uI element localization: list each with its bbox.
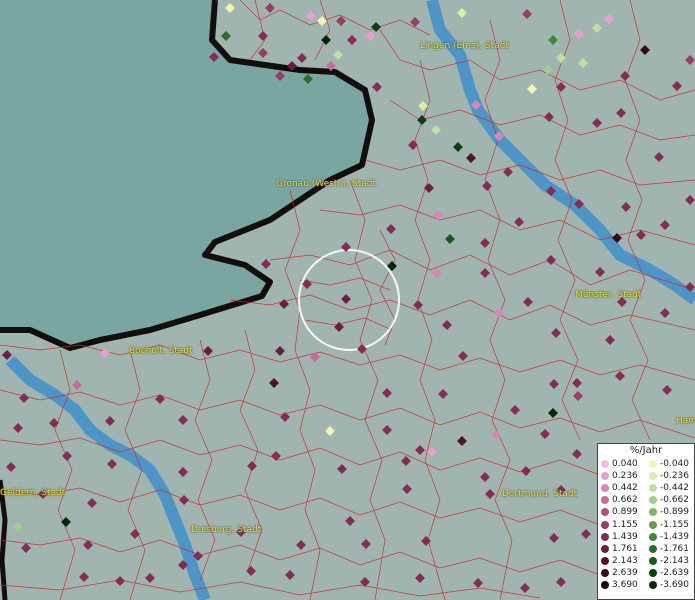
legend-swatch <box>649 496 657 505</box>
legend-value: -0.899 <box>660 507 690 518</box>
legend-entry: 0.442 <box>598 482 646 494</box>
legend-value: -0.662 <box>660 495 690 506</box>
legend-value: 2.143 <box>612 555 638 566</box>
legend-row: 0.899 -0.899 <box>598 506 694 518</box>
legend-entry: -0.662 <box>646 494 694 506</box>
legend-row: 1.439 -1.439 <box>598 531 694 543</box>
legend-entry: -1.439 <box>646 531 694 543</box>
legend-value: 0.236 <box>612 471 638 482</box>
legend-entry: -0.040 <box>646 458 694 470</box>
legend-entry: -1.155 <box>646 519 694 531</box>
legend-swatch <box>649 484 657 493</box>
legend-value: -0.236 <box>660 471 690 482</box>
city-label-lingen: Lingen (Ems), Stadt <box>420 41 509 51</box>
legend-swatch <box>601 544 609 553</box>
legend-entry: 2.143 <box>598 555 646 567</box>
legend-swatch <box>601 484 609 493</box>
legend-entry: 0.662 <box>598 494 646 506</box>
legend-row: 0.040 -0.040 <box>598 458 694 470</box>
city-label-gronau: Gronau (Westf.), Stadt <box>276 179 377 189</box>
legend-row: 0.442 -0.442 <box>598 482 694 494</box>
legend-row: 3.690 -3.690 <box>598 579 694 591</box>
legend-swatch <box>649 580 657 589</box>
legend-value: 3.690 <box>612 579 638 590</box>
legend-value: -0.442 <box>660 483 690 494</box>
legend-swatch <box>601 580 609 589</box>
legend-value: -2.143 <box>660 555 690 566</box>
legend-value: 0.899 <box>612 507 638 518</box>
legend-value: -0.040 <box>660 459 690 470</box>
legend-value: -1.155 <box>660 519 690 530</box>
city-label-duisburg: Duisburg, Stadt <box>191 525 262 535</box>
legend-entry: -0.236 <box>646 470 694 482</box>
legend-entry: 1.439 <box>598 531 646 543</box>
legend-value: -3.690 <box>660 579 690 590</box>
legend-value: -2.639 <box>660 567 690 578</box>
legend-value: 1.761 <box>612 543 638 554</box>
legend-entry: 3.690 <box>598 579 646 591</box>
map-legend: %/Jahr 0.040 -0.040 0.236 -0.236 0.442 -0.442… <box>597 443 695 600</box>
legend-swatch <box>649 520 657 529</box>
legend-row: 0.236 -0.236 <box>598 470 694 482</box>
legend-entry: -3.690 <box>646 579 694 591</box>
legend-swatch <box>601 556 609 565</box>
legend-value: -1.439 <box>660 531 690 542</box>
legend-swatch <box>601 460 609 469</box>
legend-row: 0.662 -0.662 <box>598 494 694 506</box>
legend-swatch <box>649 556 657 565</box>
legend-entry: -1.761 <box>646 543 694 555</box>
legend-swatch <box>649 508 657 517</box>
legend-row: 1.155 -1.155 <box>598 518 694 530</box>
legend-swatch <box>601 472 609 481</box>
legend-value: 1.439 <box>612 531 638 542</box>
map-view[interactable]: Lingen (Ems), Stadt Gronau (Westf.), Sta… <box>0 0 695 600</box>
city-label-geldern: Geldern, Stadt <box>0 488 66 498</box>
legend-value: 0.662 <box>612 495 638 506</box>
legend-value: 0.040 <box>612 459 638 470</box>
legend-swatch <box>601 568 609 577</box>
city-label-muenster: Münster, Stadt <box>575 290 642 300</box>
legend-row: 1.761 -1.761 <box>598 543 694 555</box>
legend-swatch <box>601 508 609 517</box>
legend-value: 0.442 <box>612 483 638 494</box>
legend-entry: -2.639 <box>646 567 694 579</box>
legend-swatch <box>601 532 609 541</box>
legend-entry: 1.761 <box>598 543 646 555</box>
city-label-bocholt: Bocholt, Stadt <box>129 346 193 356</box>
city-label-hamm: Ham <box>676 416 695 426</box>
legend-row: 2.143 -2.143 <box>598 555 694 567</box>
legend-row: 2.639 -2.639 <box>598 567 694 579</box>
legend-swatch <box>601 496 609 505</box>
legend-swatch <box>649 460 657 469</box>
city-label-dortmund: Dortmund, Stadt <box>502 489 578 499</box>
legend-entry: 0.236 <box>598 470 646 482</box>
legend-entry: 2.639 <box>598 567 646 579</box>
legend-value: 2.639 <box>612 567 638 578</box>
legend-swatch <box>649 544 657 553</box>
legend-entry: 0.040 <box>598 458 646 470</box>
legend-entry: 0.899 <box>598 506 646 518</box>
legend-swatch <box>649 472 657 481</box>
legend-value: 1.155 <box>612 519 638 530</box>
legend-swatch <box>649 568 657 577</box>
legend-entry: 1.155 <box>598 519 646 531</box>
legend-entry: -0.899 <box>646 506 694 518</box>
legend-title: %/Jahr <box>629 445 663 456</box>
legend-swatch <box>601 520 609 529</box>
legend-swatch <box>649 532 657 541</box>
legend-entry: -2.143 <box>646 555 694 567</box>
legend-value: -1.761 <box>660 543 690 554</box>
legend-entry: -0.442 <box>646 482 694 494</box>
